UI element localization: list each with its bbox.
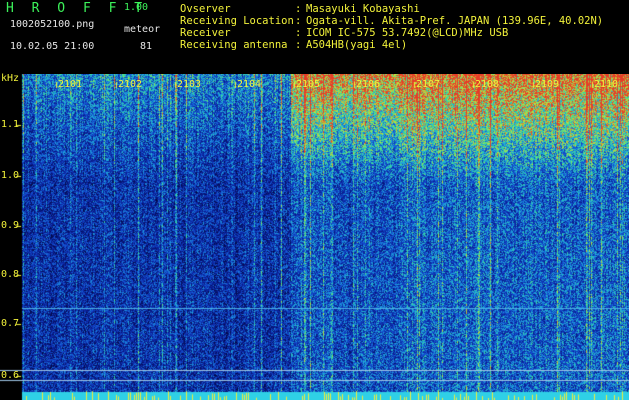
- y-tick-label: 1.1: [1, 119, 20, 130]
- x-tick-label: 2102: [118, 79, 143, 90]
- x-tick-label: 2101: [58, 79, 83, 90]
- count-value: 81: [140, 41, 153, 52]
- info-colon: :: [295, 3, 302, 15]
- spectrogram-canvas: [0, 74, 629, 400]
- info-colon: :: [295, 39, 302, 51]
- x-tick-label: 2103: [177, 79, 202, 90]
- mode-label: meteor: [124, 24, 161, 35]
- x-tick-label: 2107: [416, 79, 441, 90]
- date-time: 10.02.05 21:00: [10, 41, 95, 52]
- x-tick-label: 2104: [237, 79, 262, 90]
- info-label-location: Receiving Location: [180, 15, 294, 27]
- x-tick-label: 2108: [475, 79, 500, 90]
- header-panel: H R O F F T 1.00 1002052100.png meteor 1…: [0, 0, 629, 74]
- y-tick-label: 0.6: [1, 370, 20, 381]
- y-tick-label: 0.9: [1, 220, 20, 231]
- x-tick-label: 2105: [296, 79, 321, 90]
- x-tick-label: 2109: [535, 79, 560, 90]
- info-value-location: Ogata-vill. Akita-Pref. JAPAN (139.96E, …: [306, 15, 604, 27]
- y-tick-label: 1.0: [1, 170, 20, 181]
- info-value-antenna: A504HB(yagi 4el): [306, 39, 408, 51]
- info-value-observer: Masayuki Kobayashi: [306, 3, 420, 15]
- info-colon: :: [295, 15, 302, 27]
- info-value-receiver: ICOM IC-575 53.7492(@LCD)MHz USB: [306, 27, 509, 39]
- y-axis-unit: kHz: [1, 73, 20, 84]
- info-colon: :: [295, 27, 302, 39]
- x-tick-label: 2110: [594, 79, 619, 90]
- info-label-observer: Ovserver: [180, 3, 231, 15]
- y-tick-label: 0.8: [1, 269, 20, 280]
- y-tick-label: 0.7: [1, 318, 20, 329]
- app-version: 1.00: [124, 2, 149, 13]
- info-label-receiver: Receiver: [180, 27, 231, 39]
- file-name: 1002052100.png: [10, 19, 95, 30]
- info-label-antenna: Receiving antenna: [180, 39, 288, 51]
- x-tick-label: 2106: [356, 79, 381, 90]
